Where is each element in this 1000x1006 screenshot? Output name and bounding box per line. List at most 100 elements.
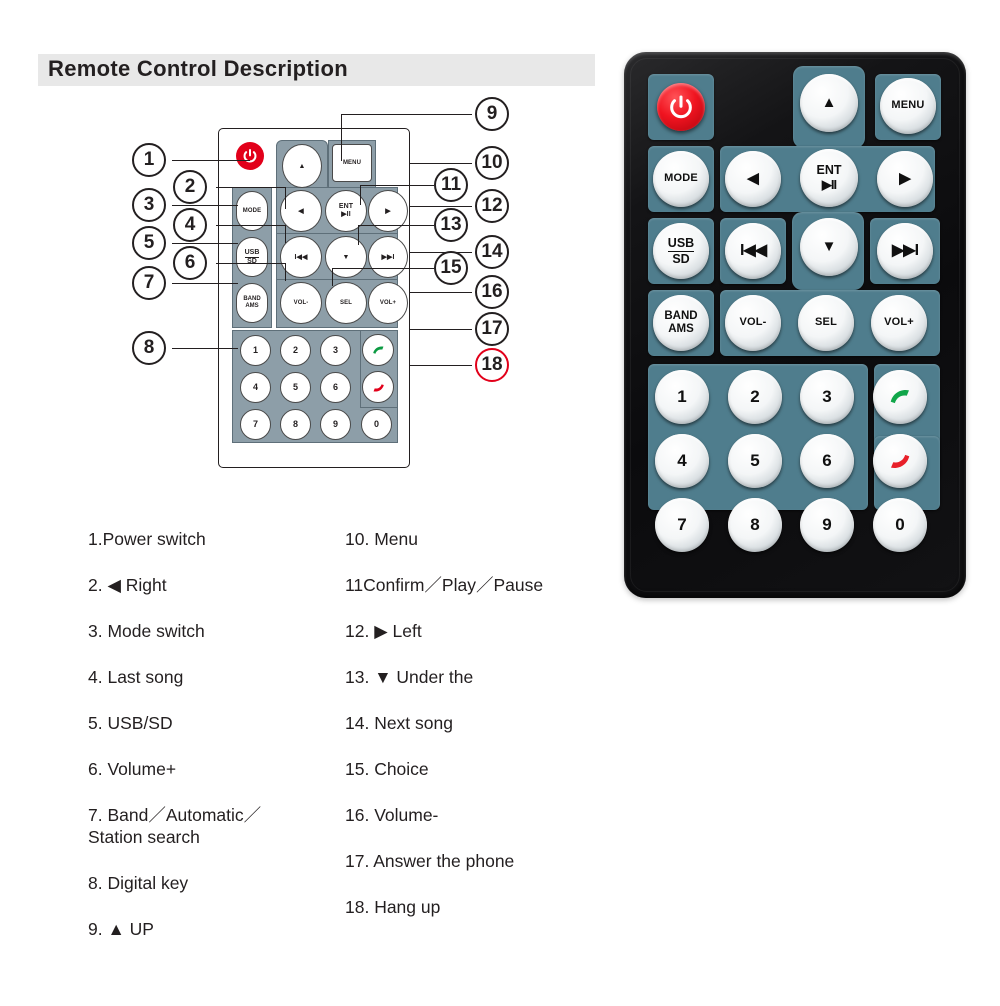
description-list-left: 1.Power switch 2. ◀ Right 3. Mode switch… [88, 528, 350, 964]
photo-up-label: ▲ [821, 94, 837, 112]
lineart-key-6[interactable]: 6 [320, 372, 351, 403]
photo-down-button[interactable]: ▼ [800, 218, 858, 276]
photo-usbsd-label: USB SD [667, 235, 695, 266]
photo-key-5[interactable]: 5 [728, 434, 782, 488]
callout-6[interactable]: 6 [173, 246, 207, 280]
leader-line-6-drop [285, 263, 287, 281]
leader-line-6 [216, 263, 286, 265]
callout-3[interactable]: 3 [132, 188, 166, 222]
callout-10[interactable]: 10 [475, 146, 509, 180]
photo-key-0[interactable]: 0 [873, 498, 927, 552]
photo-band-text: BAND [664, 310, 698, 323]
photo-ent-button[interactable]: ENT ▶II [800, 149, 858, 207]
lineart-power-button[interactable] [236, 142, 264, 170]
description-list-right: 10. Menu 11Confirm／Play／Pause 12. ▶ Left… [345, 528, 625, 942]
callout-2[interactable]: 2 [173, 170, 207, 204]
photo-hangup-button[interactable] [873, 434, 927, 488]
callout-11[interactable]: 11 [434, 168, 468, 202]
callout-7[interactable]: 7 [132, 266, 166, 300]
photo-up-button[interactable]: ▲ [800, 74, 858, 132]
lineart-key-5[interactable]: 5 [280, 372, 311, 403]
lineart-down-label: ▼ [342, 253, 350, 261]
lineart-up-button[interactable]: ▲ [282, 144, 322, 188]
photo-key-0-label: 0 [895, 515, 905, 535]
lineart-key-7[interactable]: 7 [240, 409, 271, 440]
description-item-3: 3. Mode switch [88, 621, 205, 642]
photo-key-7[interactable]: 7 [655, 498, 709, 552]
lineart-usbsd-button[interactable]: USB SD [236, 237, 268, 277]
photo-key-6[interactable]: 6 [800, 434, 854, 488]
callout-5[interactable]: 5 [132, 226, 166, 260]
photo-usbsd-button[interactable]: USB SD [653, 223, 709, 279]
lineart-key-1[interactable]: 1 [240, 335, 271, 366]
photo-power-button[interactable] [657, 83, 705, 131]
lineart-key-9[interactable]: 9 [320, 409, 351, 440]
photo-key-3[interactable]: 3 [800, 370, 854, 424]
callout-15[interactable]: 15 [434, 251, 468, 285]
leader-line-10 [410, 163, 472, 165]
description-item-1: 1.Power switch [88, 529, 206, 549]
lineart-key-9-label: 9 [332, 419, 339, 429]
lineart-left-label: ◀ [298, 207, 304, 215]
photo-sd-text: SD [672, 251, 690, 266]
leader-line-4-drop [285, 225, 287, 243]
description-item-17: 17. Answer the phone [345, 851, 515, 872]
photo-menu-button[interactable]: MENU [880, 78, 936, 134]
photo-band-button[interactable]: BAND AMS [653, 295, 709, 351]
lineart-next-button[interactable]: ▶▶I [368, 236, 408, 278]
photo-volminus-button[interactable]: VOL- [725, 295, 781, 351]
leader-line-15 [332, 268, 434, 270]
photo-left-button[interactable]: ◀ [725, 151, 781, 207]
lineart-key-6-label: 6 [332, 382, 339, 392]
lineart-key-8[interactable]: 8 [280, 409, 311, 440]
lineart-sel-button[interactable]: SEL [325, 282, 367, 324]
lineart-answer-button[interactable] [362, 334, 394, 366]
lineart-band-button[interactable]: BAND AMS [236, 283, 268, 323]
callout-14[interactable]: 14 [475, 235, 509, 269]
description-item-6: 6. Volume+ [88, 759, 177, 780]
photo-mode-button[interactable]: MODE [653, 151, 709, 207]
photo-next-button[interactable]: ▶▶I [877, 223, 933, 279]
lineart-key-0[interactable]: 0 [361, 409, 392, 440]
photo-sel-button[interactable]: SEL [798, 295, 854, 351]
leader-line-2 [216, 187, 286, 189]
photo-key-2[interactable]: 2 [728, 370, 782, 424]
leader-line-8 [172, 348, 238, 350]
photo-volplus-button[interactable]: VOL+ [871, 295, 927, 351]
lineart-menu-button[interactable]: MENU [332, 144, 372, 182]
callout-9[interactable]: 9 [475, 97, 509, 131]
photo-key-4[interactable]: 4 [655, 434, 709, 488]
photo-key-9[interactable]: 9 [800, 498, 854, 552]
callout-16[interactable]: 16 [475, 275, 509, 309]
photo-usb-text: USB [667, 235, 695, 250]
lineart-key-3[interactable]: 3 [320, 335, 351, 366]
callout-13[interactable]: 13 [434, 208, 468, 242]
lineart-key-2[interactable]: 2 [280, 335, 311, 366]
photo-ent-label: ENT ▶II [817, 164, 842, 191]
photo-prev-button[interactable]: I◀◀ [725, 223, 781, 279]
lineart-key-5-label: 5 [292, 382, 299, 392]
callout-8[interactable]: 8 [132, 331, 166, 365]
lineart-band-label: BAND [243, 296, 261, 303]
lineart-volplus-button[interactable]: VOL+ [368, 282, 408, 324]
photo-key-9-label: 9 [822, 515, 832, 535]
photo-answer-button[interactable] [873, 370, 927, 424]
callout-12[interactable]: 12 [475, 189, 509, 223]
callout-4[interactable]: 4 [173, 208, 207, 242]
photo-key-8[interactable]: 8 [728, 498, 782, 552]
photo-key-1[interactable]: 1 [655, 370, 709, 424]
callout-18[interactable]: 18 [475, 348, 509, 382]
description-item-12: 12. ▶ Left [345, 621, 422, 642]
photo-key-2-label: 2 [750, 387, 760, 407]
callout-17[interactable]: 17 [475, 312, 509, 346]
leader-line-12 [410, 206, 472, 208]
callout-1[interactable]: 1 [132, 143, 166, 177]
lineart-hangup-button[interactable] [362, 371, 394, 403]
lineart-volminus-button[interactable]: VOL- [280, 282, 322, 324]
photo-key-8-label: 8 [750, 515, 760, 535]
photo-right-button[interactable]: ▶ [877, 151, 933, 207]
lineart-key-4[interactable]: 4 [240, 372, 271, 403]
photo-volplus-label: VOL+ [884, 316, 914, 329]
photo-key-4-label: 4 [677, 451, 687, 471]
lineart-up-label: ▲ [298, 162, 306, 170]
